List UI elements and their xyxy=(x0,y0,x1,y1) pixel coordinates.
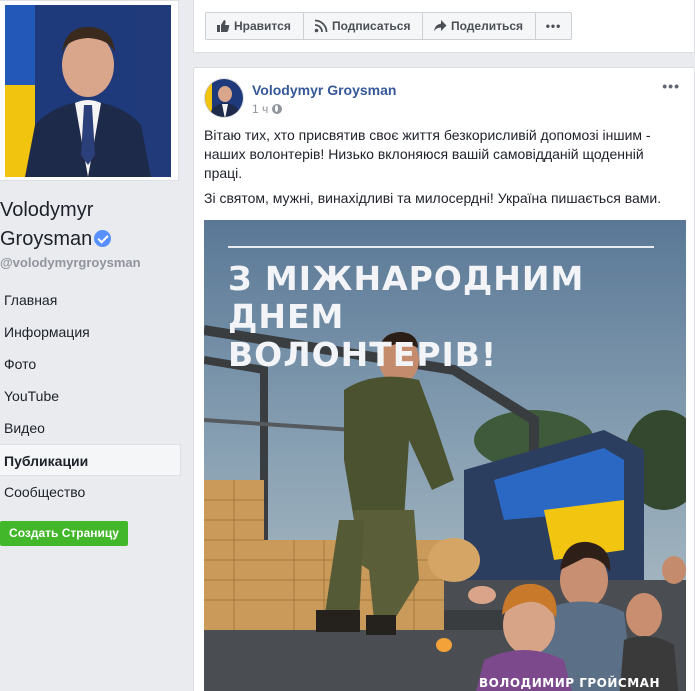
page-handle[interactable]: @volodymyrgroysman xyxy=(0,255,141,270)
page-name-first: Volodymyr xyxy=(0,199,94,221)
nav-item-youtube[interactable]: YouTube xyxy=(0,380,181,412)
like-page-button[interactable]: Нравится xyxy=(205,12,304,40)
post-meta: 1 ч xyxy=(252,102,283,116)
post-card: Volodymyr Groysman 1 ч ••• Вітаю тих, хт… xyxy=(193,67,695,691)
post-options-button[interactable]: ••• xyxy=(662,78,680,94)
page-name-last: Groysman xyxy=(0,228,93,250)
nav-item-community[interactable]: Сообщество xyxy=(0,476,181,508)
globe-icon xyxy=(272,104,283,114)
like-page-label: Нравится xyxy=(234,19,291,33)
nav-item-posts[interactable]: Публикации xyxy=(0,444,181,476)
profile-picture[interactable] xyxy=(5,5,171,177)
verified-badge-icon xyxy=(94,230,112,247)
profile-picture-frame[interactable] xyxy=(0,0,179,181)
post-text-paragraph: Зі святом, мужні, винахідливі та милосер… xyxy=(204,190,662,206)
left-column: Volodymyr Groysman @volodymyrgroysman Гл… xyxy=(0,0,183,691)
share-page-button[interactable]: Поделиться xyxy=(422,12,536,40)
nav-item-photos[interactable]: Фото xyxy=(0,348,181,380)
share-arrow-icon xyxy=(434,20,447,32)
page-name[interactable]: Volodymyr Groysman xyxy=(0,196,170,254)
post-body: Вітаю тих, хто присвятив своє життя безк… xyxy=(204,126,674,214)
image-headline: З МІЖНАРОДНИМ ДНЕМ ВОЛОНТЕРІВ! xyxy=(228,260,686,374)
more-actions-button[interactable]: ••• xyxy=(535,12,572,40)
image-headline-line: ВОЛОНТЕРІВ! xyxy=(228,335,498,374)
post-photo[interactable]: З МІЖНАРОДНИМ ДНЕМ ВОЛОНТЕРІВ! ВОЛОДИМИР… xyxy=(204,220,686,691)
nav-item-about[interactable]: Информация xyxy=(0,316,181,348)
image-headline-line: З МІЖНАРОДНИМ ДНЕМ xyxy=(228,259,585,336)
nav-item-home[interactable]: Главная xyxy=(0,284,181,316)
post-author-name[interactable]: Volodymyr Groysman xyxy=(252,82,396,98)
subscribe-label: Подписаться xyxy=(332,19,411,33)
thumbs-up-icon xyxy=(217,20,230,32)
image-signature: ВОЛОДИМИР ГРОЙСМАН xyxy=(479,676,660,690)
page-action-bar: Нравится Подписаться Поделиться ••• xyxy=(193,0,695,53)
share-page-label: Поделиться xyxy=(451,19,524,33)
nav-item-videos[interactable]: Видео xyxy=(0,412,181,444)
post-timestamp[interactable]: 1 ч xyxy=(252,102,268,116)
post-text-paragraph: Вітаю тих, хто присвятив своє життя безк… xyxy=(204,127,651,181)
subscribe-button[interactable]: Подписаться xyxy=(303,12,423,40)
page-nav: Главная Информация Фото YouTube Видео Пу… xyxy=(0,284,181,508)
post-author-avatar[interactable] xyxy=(204,78,244,118)
image-headline-rule xyxy=(228,246,654,248)
create-page-button[interactable]: Создать Страницу xyxy=(0,521,128,546)
rss-icon xyxy=(314,19,328,33)
